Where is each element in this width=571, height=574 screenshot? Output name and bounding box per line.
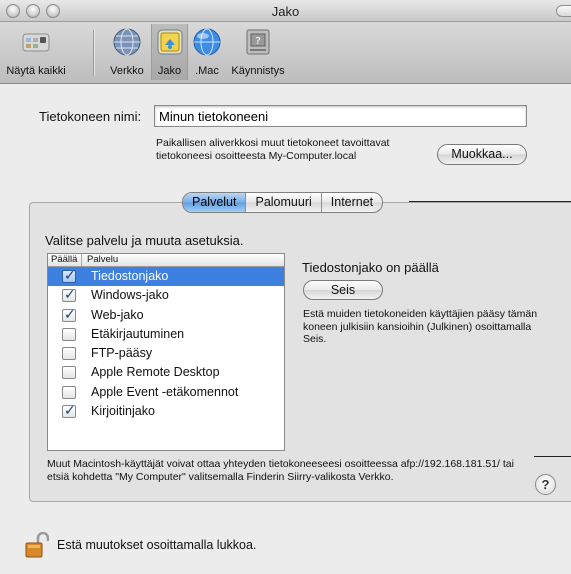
service-name: Kirjoitinjako: [91, 404, 155, 419]
sharing-icon: [157, 29, 182, 55]
toolbar-item-sharing[interactable]: Jako: [151, 24, 188, 80]
service-checkbox[interactable]: [62, 306, 76, 323]
service-name: Windows-jako: [91, 288, 169, 303]
toolbar-label-sharing: Jako: [157, 65, 182, 77]
toolbar-toggle-button[interactable]: [556, 5, 571, 17]
dotmac-globe-icon: [193, 28, 221, 56]
toolbar-item-show-all[interactable]: Näytä kaikki: [2, 24, 70, 80]
service-checkbox[interactable]: [62, 286, 76, 303]
divider: [534, 456, 571, 457]
network-globe-icon: [113, 28, 141, 56]
table-row[interactable]: Etäkirjautuminen: [48, 325, 284, 344]
toolbar-separator: [93, 30, 94, 76]
column-header-on[interactable]: Päällä: [51, 254, 83, 266]
edit-button[interactable]: Muokkaa...: [437, 144, 527, 165]
table-row[interactable]: Apple Event -etäkomennot: [48, 383, 284, 402]
sharing-preferences-window: Jako Näytä kaikki Verkko Jako .Mac ? Käy…: [0, 0, 571, 574]
table-row[interactable]: Kirjoitinjako: [48, 402, 284, 421]
service-name: Etäkirjautuminen: [91, 326, 185, 341]
tab-firewall[interactable]: Palomuuri: [246, 193, 322, 212]
service-checkbox[interactable]: [62, 385, 76, 399]
connection-note: Muut Macintosh-käyttäjät voivat ottaa yh…: [47, 458, 514, 483]
help-button[interactable]: ?: [535, 474, 556, 495]
window-title: Jako: [271, 4, 300, 19]
table-row[interactable]: Web-jako: [48, 306, 284, 325]
service-status-title: Tiedostonjako on päällä: [302, 260, 439, 275]
title-bar: Jako: [0, 0, 571, 22]
toolbar-item-dotmac[interactable]: .Mac: [189, 24, 225, 80]
toolbar-label-startup-disk: Käynnistys: [231, 65, 285, 77]
service-name: Tiedostonjako: [91, 269, 169, 283]
services-instruction: Valitse palvelu ja muuta asetuksia.: [45, 233, 244, 248]
lock-icon[interactable]: [25, 532, 49, 558]
table-row[interactable]: Windows-jako: [48, 286, 284, 305]
computer-name-note: Paikallisen aliverkkosi muut tietokoneet…: [156, 137, 390, 162]
service-name: Web-jako: [91, 307, 144, 322]
tab-services[interactable]: Palvelut: [183, 193, 247, 212]
toolbar-label-show-all: Näytä kaikki: [6, 65, 66, 77]
toolbar-label-dotmac: .Mac: [195, 65, 219, 77]
startup-disk-icon: ?: [246, 29, 270, 55]
service-checkbox[interactable]: [62, 327, 76, 341]
table-row[interactable]: Tiedostonjako: [48, 267, 284, 287]
services-table-header: Päällä Palvelu: [48, 254, 284, 267]
service-checkbox[interactable]: [62, 366, 76, 380]
stop-button[interactable]: Seis: [303, 280, 383, 300]
table-row[interactable]: FTP-pääsy: [48, 344, 284, 363]
tab-internet[interactable]: Internet: [322, 193, 382, 212]
toolbar: Näytä kaikki Verkko Jako .Mac ? Käynnist…: [0, 22, 571, 84]
svg-text:?: ?: [255, 36, 260, 47]
lock-label: Estä muutokset osoittamalla lukkoa.: [57, 538, 257, 552]
computer-name-label: Tietokoneen nimi:: [39, 109, 142, 124]
toolbar-label-network: Verkko: [110, 65, 144, 77]
service-name: Apple Event -etäkomennot: [91, 384, 239, 399]
show-all-icon: [22, 33, 50, 52]
service-name: Apple Remote Desktop: [91, 365, 220, 380]
computer-name-input[interactable]: [154, 105, 527, 127]
table-row[interactable]: Apple Remote Desktop: [48, 363, 284, 382]
toolbar-item-network[interactable]: Verkko: [104, 24, 150, 80]
service-name: FTP-pääsy: [91, 346, 153, 361]
service-checkbox[interactable]: [62, 347, 76, 361]
service-status-description: Estä muiden tietokoneiden käyttäjien pää…: [303, 308, 538, 345]
services-table: Päällä Palvelu Tiedostonjako Windows-jak…: [47, 253, 285, 451]
service-checkbox[interactable]: [62, 267, 76, 284]
toolbar-item-startup-disk[interactable]: ? Käynnistys: [227, 24, 289, 80]
service-checkbox[interactable]: [62, 402, 76, 419]
column-header-service[interactable]: Palvelu: [87, 254, 118, 266]
tab-bar: Palvelut Palomuuri Internet: [182, 192, 384, 213]
divider: [409, 201, 571, 202]
